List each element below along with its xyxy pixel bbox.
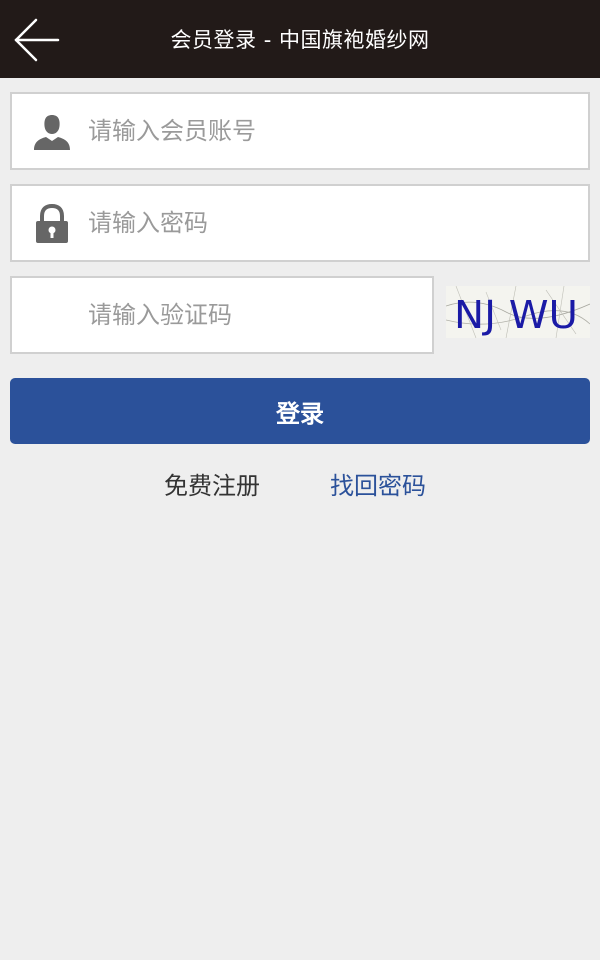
password-input[interactable] <box>88 186 578 260</box>
header-bar: 会员登录 - 中国旗袍婚纱网 <box>0 0 600 78</box>
arrow-left-icon <box>14 18 60 62</box>
login-button[interactable]: 登录 <box>10 378 590 444</box>
password-field[interactable] <box>10 184 590 262</box>
page-title: 会员登录 - 中国旗袍婚纱网 <box>170 28 430 52</box>
lock-icon <box>36 204 68 243</box>
back-button[interactable] <box>10 14 62 66</box>
captcha-input[interactable] <box>88 278 422 352</box>
user-icon <box>34 115 70 150</box>
username-field[interactable] <box>10 92 590 170</box>
captcha-noise: NJ WU <box>446 286 590 338</box>
register-link[interactable]: 免费注册 <box>164 466 260 501</box>
forgot-password-link[interactable]: 找回密码 <box>330 466 426 501</box>
captcha-text: NJ WU <box>454 293 578 337</box>
username-input[interactable] <box>88 94 578 168</box>
captcha-image[interactable]: NJ WU <box>446 286 590 338</box>
captcha-field[interactable] <box>10 276 434 354</box>
auth-links: 免费注册 找回密码 <box>0 466 600 506</box>
